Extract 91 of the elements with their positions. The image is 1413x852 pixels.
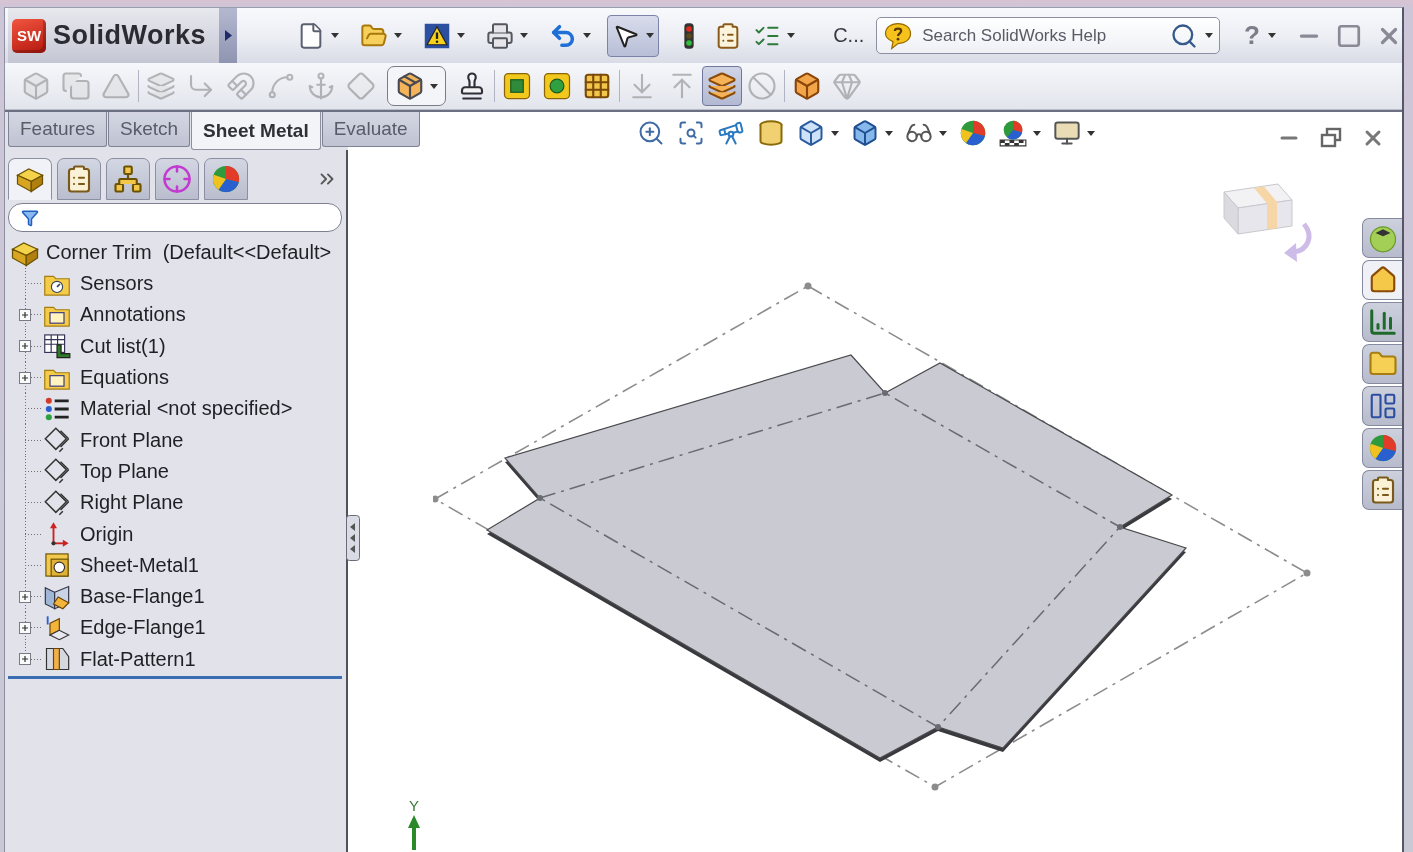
axis-label: Y bbox=[409, 798, 419, 814]
cube-icon bbox=[797, 119, 825, 147]
filter-icon bbox=[21, 208, 39, 227]
telescope-icon bbox=[717, 119, 745, 147]
panel-tab[interactable] bbox=[8, 158, 52, 200]
filter-field[interactable] bbox=[8, 203, 342, 232]
diamond-icon bbox=[346, 71, 376, 101]
gem-icon bbox=[832, 71, 862, 101]
expand-plus-icon[interactable] bbox=[19, 308, 31, 321]
tree-item-label[interactable]: Material <not specified> bbox=[80, 397, 293, 421]
package-icon bbox=[395, 71, 425, 101]
triangle-right-icon bbox=[224, 30, 232, 41]
expand-plus-icon[interactable] bbox=[19, 590, 31, 603]
pie-chart-icon bbox=[1367, 433, 1398, 463]
tree-item-label[interactable]: Sensors bbox=[80, 272, 154, 296]
magnet-icon bbox=[226, 71, 256, 101]
tile-square-icon bbox=[502, 71, 532, 101]
triangle-icon bbox=[101, 71, 131, 101]
axis-arrow-icon bbox=[406, 814, 422, 850]
flyout-button[interactable] bbox=[219, 8, 238, 63]
tree-item-label[interactable]: Sheet-Metal1 bbox=[80, 553, 199, 577]
task-pane-tab[interactable] bbox=[1362, 386, 1402, 426]
command-button[interactable] bbox=[387, 66, 446, 106]
tree-item-label[interactable]: Annotations bbox=[80, 303, 186, 327]
zoom-in-icon bbox=[637, 119, 665, 147]
logo-mark: SW bbox=[12, 18, 46, 53]
warning-icon bbox=[423, 21, 452, 50]
hierarchy-icon bbox=[113, 164, 143, 194]
search-field[interactable]: Search SolidWorks Help bbox=[876, 17, 1221, 54]
overflow-menu-label[interactable]: C... bbox=[833, 24, 865, 47]
bar-chart-icon bbox=[1367, 307, 1398, 337]
pie-on-checker-icon bbox=[999, 119, 1027, 147]
crosshair-icon bbox=[162, 164, 192, 194]
panel-tab[interactable] bbox=[204, 158, 248, 200]
splitter-handle[interactable] bbox=[346, 515, 360, 561]
tree-item-label[interactable]: Flat-Pattern1 bbox=[80, 647, 196, 671]
tree-item-label[interactable]: Right Plane bbox=[80, 491, 184, 515]
copy-icon bbox=[61, 71, 91, 101]
app-name: SolidWorks bbox=[53, 20, 207, 51]
ban-icon bbox=[747, 71, 777, 101]
search-icon[interactable] bbox=[1170, 21, 1199, 50]
pie-chart-icon bbox=[211, 164, 241, 194]
tree-item-label[interactable]: Base-Flange1 bbox=[80, 585, 205, 609]
cylinder-icon bbox=[757, 119, 785, 147]
layers-icon bbox=[146, 71, 176, 101]
tree-item-label[interactable]: Top Plane bbox=[80, 459, 169, 483]
task-pane-tab[interactable] bbox=[1362, 260, 1402, 300]
zoom-area-icon bbox=[677, 119, 705, 147]
help-bubble-icon bbox=[883, 20, 914, 51]
ribbon-tab[interactable]: Evaluate bbox=[321, 112, 420, 147]
tree-item-label[interactable]: Edge-Flange1 bbox=[80, 616, 206, 640]
curve-icon bbox=[266, 71, 296, 101]
layers-icon bbox=[707, 71, 737, 101]
expand-plus-icon[interactable] bbox=[19, 621, 31, 634]
tree-item-label[interactable]: Equations bbox=[80, 366, 169, 390]
task-pane-tab[interactable] bbox=[1362, 218, 1402, 258]
monitor-icon bbox=[1053, 119, 1081, 147]
task-pane-tab[interactable] bbox=[1362, 428, 1402, 468]
plane-icon bbox=[43, 488, 71, 517]
restore-icon[interactable] bbox=[1319, 126, 1343, 150]
expand-plus-icon[interactable] bbox=[19, 371, 31, 384]
pie-chart-icon bbox=[959, 119, 987, 147]
plane-icon bbox=[43, 457, 71, 486]
help-button[interactable]: ? bbox=[1240, 20, 1280, 51]
table-icon bbox=[43, 332, 71, 361]
expand-plus-icon[interactable] bbox=[19, 653, 31, 666]
anchor-icon bbox=[306, 71, 336, 101]
panel-tab[interactable] bbox=[155, 158, 199, 200]
search-input[interactable]: Search SolidWorks Help bbox=[920, 21, 1164, 50]
select-button[interactable] bbox=[607, 14, 660, 57]
panel-tab[interactable] bbox=[106, 158, 150, 200]
caret-icon bbox=[1205, 33, 1214, 38]
tree-item-label[interactable]: Front Plane bbox=[80, 428, 184, 452]
ribbon-tab[interactable]: Sketch bbox=[108, 112, 191, 147]
expand-plus-icon[interactable] bbox=[19, 340, 31, 353]
panel-tab[interactable] bbox=[57, 158, 101, 200]
capped-ball-icon bbox=[1367, 223, 1398, 253]
cube-icon bbox=[851, 119, 879, 147]
ribbon-tab[interactable]: Features bbox=[8, 112, 107, 147]
box-icon bbox=[792, 71, 822, 101]
tree-item-label[interactable]: Corner Trim (Default<<Default> bbox=[46, 241, 332, 264]
task-pane-tab[interactable] bbox=[1362, 302, 1402, 342]
grid-icon bbox=[582, 71, 612, 101]
plane-icon bbox=[43, 426, 71, 455]
task-pane-tab[interactable] bbox=[1362, 470, 1402, 510]
tree-item-label[interactable]: Cut list(1) bbox=[80, 334, 166, 358]
tree-item-label[interactable]: Origin bbox=[80, 522, 134, 546]
box-icon bbox=[21, 71, 51, 101]
maximize-icon[interactable] bbox=[1336, 22, 1362, 49]
printer-icon bbox=[486, 21, 515, 50]
ribbon-tab[interactable]: Sheet Metal bbox=[191, 112, 321, 150]
